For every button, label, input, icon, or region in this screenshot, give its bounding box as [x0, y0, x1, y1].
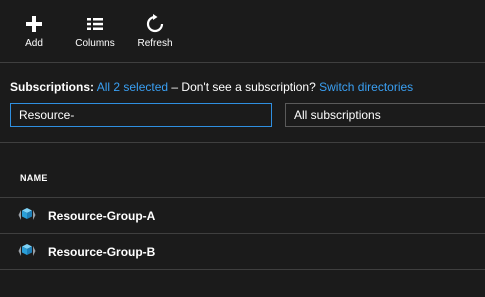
columns-icon	[87, 12, 103, 36]
search-input[interactable]	[10, 103, 272, 127]
subscriptions-label: Subscriptions:	[10, 80, 95, 94]
add-label: Add	[25, 38, 43, 49]
subscription-filter-select[interactable]: All subscriptions	[285, 103, 485, 127]
subscriptions-line: Subscriptions: All 2 selected – Don't se…	[10, 80, 413, 94]
table-row[interactable]: Resource-Group-A	[0, 198, 485, 233]
toolbar-divider	[0, 62, 485, 63]
row-divider	[0, 269, 485, 270]
table-row[interactable]: Resource-Group-B	[0, 234, 485, 269]
columns-label: Columns	[75, 38, 115, 49]
column-header-name[interactable]: NAME	[20, 173, 48, 183]
filter-divider	[0, 142, 485, 143]
refresh-icon	[145, 12, 165, 36]
refresh-button[interactable]: Refresh	[134, 12, 176, 52]
columns-button[interactable]: Columns	[72, 12, 118, 52]
add-button[interactable]: Add	[18, 12, 50, 52]
resource-group-icon	[17, 241, 37, 261]
all-selected-link[interactable]: All 2 selected	[97, 80, 168, 94]
refresh-label: Refresh	[137, 38, 173, 49]
command-bar: Add Columns Refresh	[0, 0, 485, 62]
switch-directories-link[interactable]: Switch directories	[319, 80, 413, 94]
plus-icon	[25, 12, 43, 36]
resource-group-name: Resource-Group-A	[48, 209, 156, 223]
dont-see-subscription-text: – Don't see a subscription?	[171, 80, 316, 94]
resource-group-name: Resource-Group-B	[48, 245, 156, 259]
resource-group-icon	[17, 205, 37, 225]
